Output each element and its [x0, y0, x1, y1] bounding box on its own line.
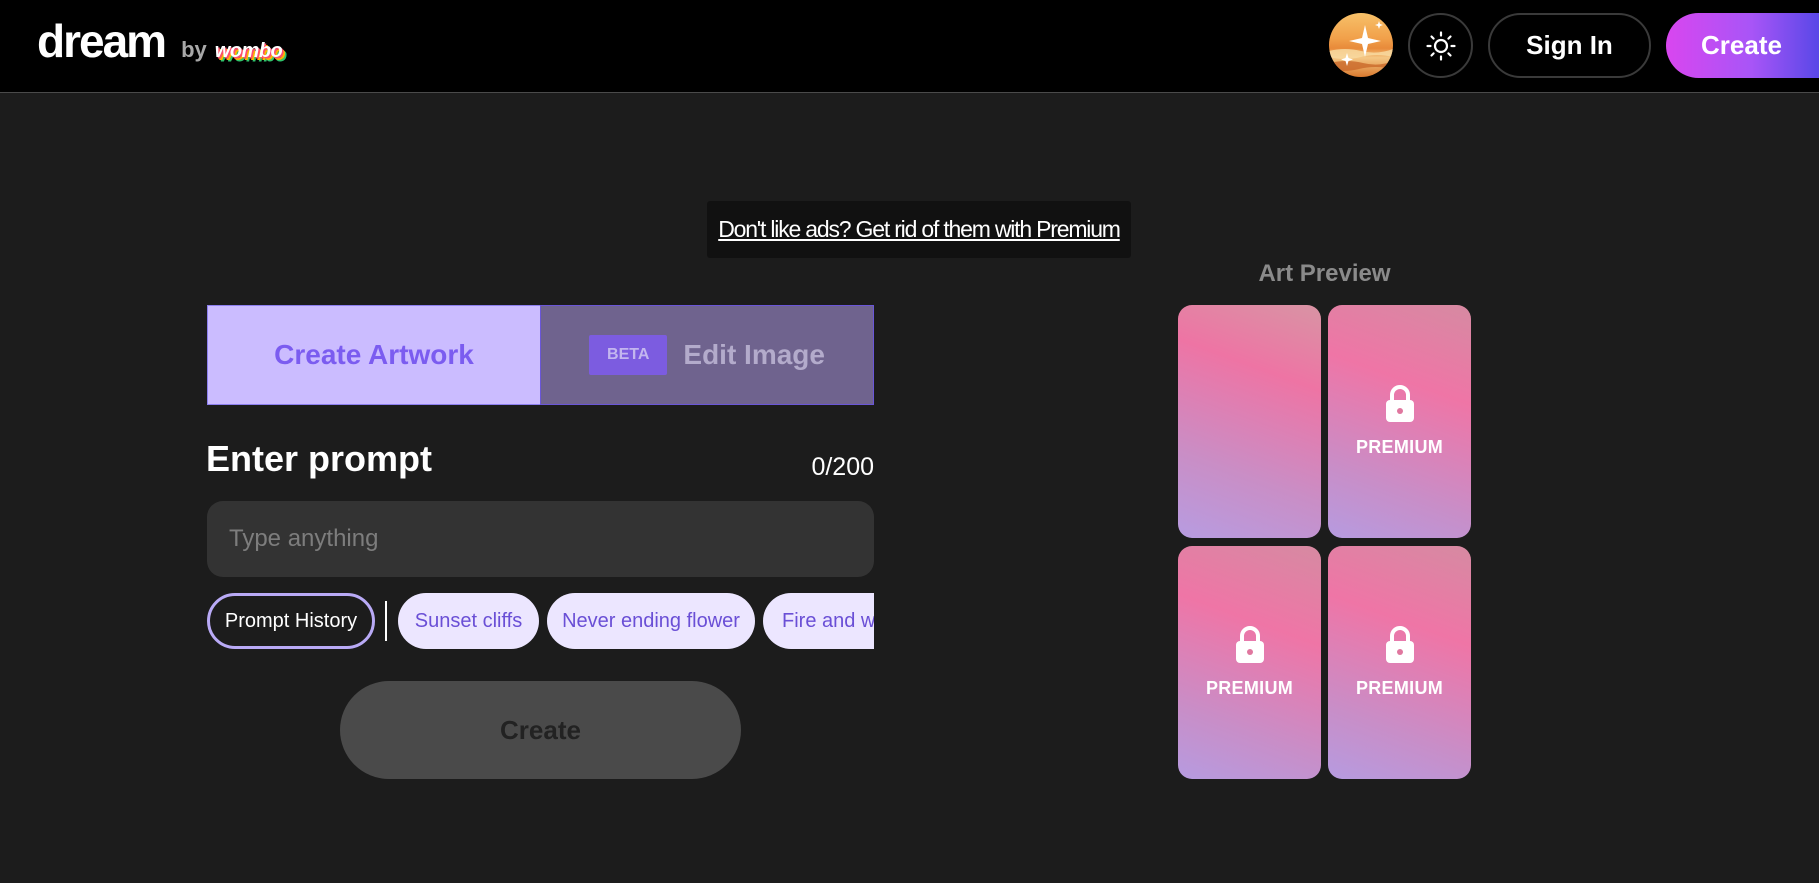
theme-toggle-button[interactable]	[1408, 13, 1473, 78]
preview-card-free[interactable]	[1178, 305, 1321, 538]
preview-card-premium[interactable]: PREMIUM	[1328, 546, 1471, 779]
create-header-button[interactable]: Create	[1666, 13, 1819, 78]
character-count: 0/200	[811, 453, 874, 481]
prompt-suggestions: Prompt History Sunset cliffs Never endin…	[207, 593, 874, 649]
remove-ads-banner[interactable]: Don't like ads? Get rid of them with Pre…	[707, 201, 1131, 258]
logo-by: by	[181, 37, 207, 62]
prompt-heading: Enter prompt	[206, 438, 433, 479]
suggestion-chip[interactable]: Fire and water	[763, 593, 874, 649]
top-bar: dream by wombo Sign In Create	[0, 0, 1819, 93]
lock-icon	[1385, 626, 1414, 663]
sparkle-sunset-icon[interactable]	[1329, 13, 1393, 77]
preview-card-premium[interactable]: PREMIUM	[1328, 305, 1471, 538]
sign-in-button[interactable]: Sign In	[1488, 13, 1651, 78]
beta-badge: BETA	[589, 335, 668, 375]
create-button[interactable]: Create	[340, 681, 741, 779]
premium-label: PREMIUM	[1205, 678, 1294, 698]
prompt-history-button[interactable]: Prompt History	[207, 593, 375, 649]
chip-divider	[385, 601, 387, 641]
sun-icon	[1425, 30, 1456, 61]
tab-create-artwork[interactable]: Create Artwork	[207, 305, 541, 405]
tab-edit-image-label: Edit Image	[683, 339, 825, 370]
lock-icon	[1385, 385, 1414, 422]
premium-label: PREMIUM	[1355, 437, 1444, 457]
suggestion-chip[interactable]: Sunset cliffs	[398, 593, 539, 649]
lock-icon	[1235, 626, 1264, 663]
prompt-input[interactable]	[207, 501, 874, 577]
logo-wombo: wombo	[214, 40, 283, 62]
tab-edit-image[interactable]: BETA Edit Image	[540, 305, 874, 405]
logo-dream: dream	[37, 15, 167, 67]
preview-card-premium[interactable]: PREMIUM	[1178, 546, 1321, 779]
art-preview-title: Art Preview	[1258, 260, 1391, 287]
premium-label: PREMIUM	[1355, 678, 1444, 698]
logo[interactable]: dream by wombo	[37, 15, 283, 67]
suggestion-chip[interactable]: Never ending flower	[547, 593, 755, 649]
remove-ads-link[interactable]: Don't like ads? Get rid of them with Pre…	[718, 216, 1121, 243]
